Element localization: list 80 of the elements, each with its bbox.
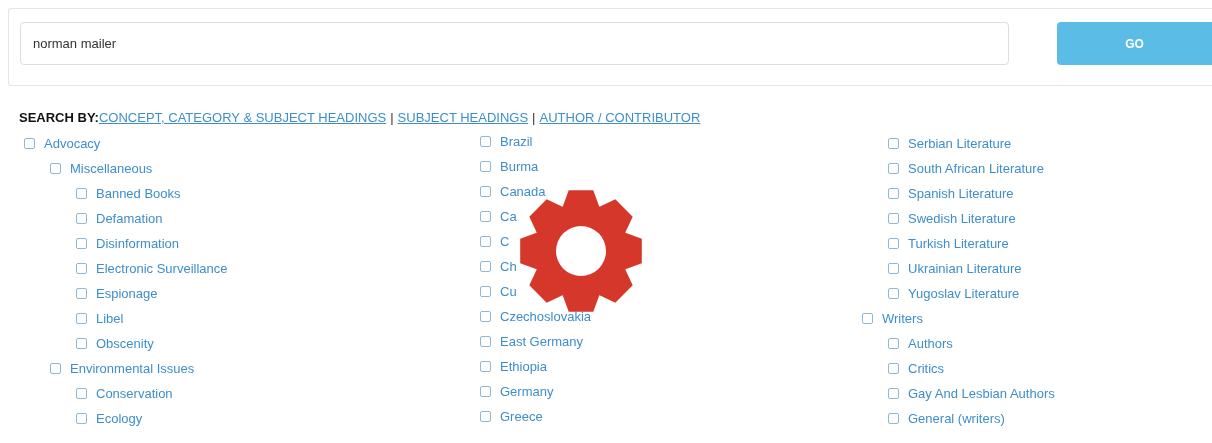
checkbox[interactable] bbox=[888, 338, 899, 349]
category-label[interactable]: Miscellaneous bbox=[70, 161, 153, 176]
category-label[interactable]: Banned Books bbox=[96, 186, 181, 201]
category-label[interactable]: South African Literature bbox=[908, 161, 1044, 176]
category-label[interactable]: Ukrainian Literature bbox=[908, 261, 1022, 276]
category-label[interactable]: Electronic Surveillance bbox=[96, 261, 228, 276]
category-label[interactable]: Ecology bbox=[96, 411, 143, 426]
category-label[interactable]: Critics bbox=[908, 361, 945, 376]
category-label[interactable]: Spanish Literature bbox=[908, 186, 1014, 201]
checkbox[interactable] bbox=[76, 263, 87, 274]
checkbox[interactable] bbox=[888, 288, 899, 299]
category-label[interactable]: Turkish Literature bbox=[908, 236, 1009, 251]
category-label[interactable]: Authors bbox=[908, 336, 953, 351]
category-label[interactable]: Germany bbox=[500, 384, 554, 399]
category-label[interactable]: Gay And Lesbian Authors bbox=[908, 386, 1055, 401]
checkbox[interactable] bbox=[76, 388, 87, 399]
checkbox[interactable] bbox=[888, 238, 899, 249]
checkbox[interactable] bbox=[76, 238, 87, 249]
category-label[interactable]: Ch bbox=[500, 259, 517, 274]
checkbox[interactable] bbox=[888, 413, 899, 424]
checkbox[interactable] bbox=[50, 163, 61, 174]
checkbox[interactable] bbox=[480, 361, 491, 372]
search-by-link[interactable]: SUBJECT HEADINGS bbox=[397, 110, 529, 125]
category-label[interactable]: Espionage bbox=[96, 286, 158, 301]
category-label[interactable]: Brazil bbox=[500, 134, 533, 149]
category-label[interactable]: Serbian Literature bbox=[908, 136, 1012, 151]
category-label[interactable]: Ethiopia bbox=[500, 359, 547, 374]
link-separator: | bbox=[390, 110, 394, 125]
checkbox[interactable] bbox=[480, 211, 491, 222]
link-separator: | bbox=[532, 110, 536, 125]
search-by-link[interactable]: AUTHOR / CONTRIBUTOR bbox=[539, 110, 701, 125]
checkbox[interactable] bbox=[76, 213, 87, 224]
category-label[interactable]: Obscenity bbox=[96, 336, 154, 351]
checkbox[interactable] bbox=[24, 138, 35, 149]
checkbox[interactable] bbox=[480, 286, 491, 297]
checkbox[interactable] bbox=[888, 163, 899, 174]
category-label[interactable]: Ca bbox=[500, 209, 517, 224]
category-label[interactable]: General (writers) bbox=[908, 411, 1005, 426]
checkbox[interactable] bbox=[862, 313, 873, 324]
checkbox[interactable] bbox=[480, 186, 491, 197]
checkbox[interactable] bbox=[480, 261, 491, 272]
checkbox[interactable] bbox=[76, 338, 87, 349]
checkbox[interactable] bbox=[480, 386, 491, 397]
checkbox[interactable] bbox=[888, 388, 899, 399]
checkbox[interactable] bbox=[480, 236, 491, 247]
go-button[interactable]: GO bbox=[1057, 22, 1212, 65]
category-label[interactable]: Libel bbox=[96, 311, 124, 326]
search-by-link[interactable]: CONCEPT, CATEGORY & SUBJECT HEADINGS bbox=[98, 110, 387, 125]
category-label[interactable]: Disinformation bbox=[96, 236, 180, 251]
checkbox[interactable] bbox=[888, 363, 899, 374]
checkbox[interactable] bbox=[480, 336, 491, 347]
category-label[interactable]: Canada bbox=[500, 184, 546, 199]
checkbox[interactable] bbox=[76, 413, 87, 424]
category-label[interactable]: C bbox=[500, 234, 510, 249]
checkbox[interactable] bbox=[888, 213, 899, 224]
category-label[interactable]: Defamation bbox=[96, 211, 163, 226]
category-label[interactable]: Environmental Issues bbox=[70, 361, 195, 376]
checkbox[interactable] bbox=[888, 138, 899, 149]
category-label[interactable]: Conservation bbox=[96, 386, 173, 401]
category-label[interactable]: Advocacy bbox=[44, 136, 101, 151]
checkbox[interactable] bbox=[480, 411, 491, 422]
checkbox[interactable] bbox=[888, 263, 899, 274]
checkbox[interactable] bbox=[888, 188, 899, 199]
checkbox[interactable] bbox=[50, 363, 61, 374]
category-label[interactable]: East Germany bbox=[500, 334, 584, 349]
search-field[interactable]: norman mailer bbox=[20, 22, 1009, 65]
category-label[interactable]: Yugoslav Literature bbox=[908, 286, 1020, 301]
checkbox[interactable] bbox=[76, 188, 87, 199]
category-label[interactable]: Writers bbox=[882, 311, 923, 326]
checkbox[interactable] bbox=[480, 136, 491, 147]
checkbox[interactable] bbox=[480, 311, 491, 322]
category-label[interactable]: Greece bbox=[500, 409, 543, 424]
checkbox[interactable] bbox=[480, 161, 491, 172]
category-label[interactable]: Burma bbox=[500, 159, 539, 174]
category-label[interactable]: Cu bbox=[500, 284, 517, 299]
category-label[interactable]: Czechoslovakia bbox=[500, 309, 592, 324]
checkbox[interactable] bbox=[76, 288, 87, 299]
category-label[interactable]: Swedish Literature bbox=[908, 211, 1016, 226]
search-by-label: SEARCH BY: bbox=[19, 110, 99, 125]
checkbox[interactable] bbox=[76, 313, 87, 324]
